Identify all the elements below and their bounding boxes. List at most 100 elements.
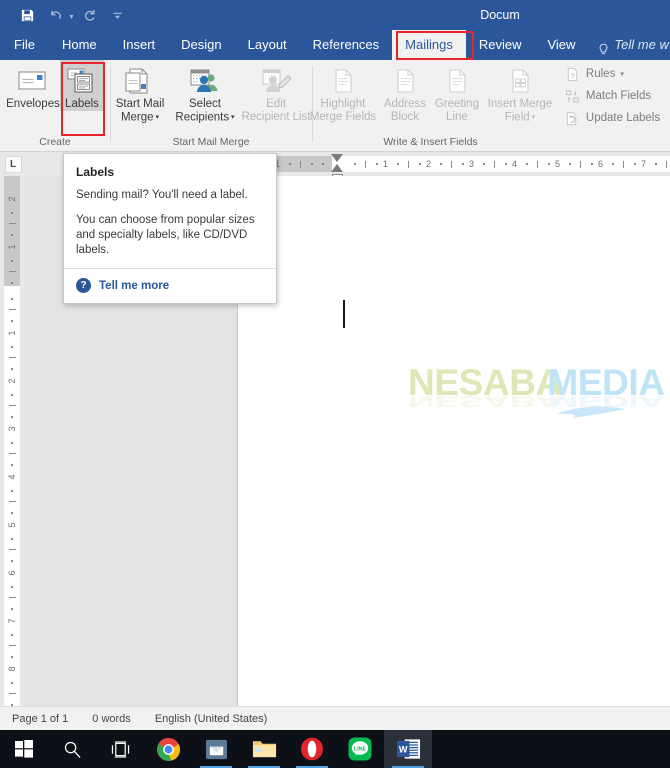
task-view-button[interactable]: [96, 730, 144, 768]
tooltip-paragraph-1: Sending mail? You'll need a label.: [76, 189, 248, 201]
window-title: Docum: [480, 8, 520, 22]
taskbar-app-line[interactable]: LINE: [336, 730, 384, 768]
ruler-mark: [462, 163, 464, 165]
taskbar-app-opera[interactable]: [288, 730, 336, 768]
tab-view[interactable]: View: [534, 30, 588, 60]
insert-merge-field-label-line1: Insert Merge: [487, 98, 553, 110]
greeting-line-button[interactable]: Greeting Line: [431, 60, 483, 124]
word-count[interactable]: 0 words: [80, 713, 143, 725]
chevron-down-icon[interactable]: ▾: [229, 114, 235, 121]
select-recipients-label-line1: Select: [189, 98, 221, 110]
tab-selector[interactable]: L: [0, 152, 26, 176]
ruler-mark: [11, 682, 13, 684]
ribbon-group-create-label: Create: [39, 136, 71, 148]
chrome-icon: [156, 737, 180, 761]
tab-selector-icon: L: [4, 155, 22, 173]
update-labels-icon: [565, 110, 581, 126]
ruler-mark: [440, 163, 442, 165]
select-recipients-icon: [187, 64, 223, 98]
page-indicator[interactable]: Page 1 of 1: [0, 713, 80, 725]
ruler-mark: [11, 346, 13, 348]
first-line-indent-marker[interactable]: [331, 154, 343, 162]
tooltip-paragraph-2: You can choose from popular sizes and sp…: [76, 214, 255, 256]
envelopes-button[interactable]: Envelopes: [6, 60, 60, 111]
taskbar-app-chrome[interactable]: [144, 730, 192, 768]
rules-label: Rules: [585, 68, 616, 80]
match-fields-button[interactable]: Match Fields: [561, 85, 664, 107]
tab-file[interactable]: File: [0, 30, 49, 60]
ruler-mark: [322, 163, 324, 165]
ruler-mark: [11, 394, 13, 396]
tab-layout[interactable]: Layout: [235, 30, 300, 60]
ribbon-group-write-and-insert-fields: Highlight Merge Fields Address Block Gre…: [310, 60, 660, 152]
taskbar-app-word[interactable]: W: [384, 730, 432, 768]
rules-button[interactable]: ? Rules ▾: [561, 63, 664, 85]
watermark-text-2: Media: [547, 361, 664, 403]
ruler-label: 3: [7, 426, 17, 432]
chevron-down-icon[interactable]: ▾: [530, 114, 536, 121]
highlight-fields-icon: [328, 64, 358, 98]
help-circle-icon: ?: [76, 278, 91, 293]
vertical-ruler-track[interactable]: 2 1 1 2 3 4 5 6 7 8: [4, 176, 20, 706]
ruler-mark: [9, 501, 16, 502]
taskbar-app-file-explorer[interactable]: [240, 730, 288, 768]
ruler-mark: [11, 538, 13, 540]
chevron-down-icon[interactable]: ▾: [620, 70, 624, 78]
windows-taskbar: LINE W: [0, 730, 670, 768]
insert-merge-field-label-line2: Field ▾: [504, 111, 536, 124]
start-mail-merge-button[interactable]: Start Mail Merge ▾: [109, 60, 171, 125]
ruler-mark: [666, 161, 667, 168]
labels-button[interactable]: Labels: [60, 60, 104, 111]
address-block-label-line1: Address: [383, 98, 427, 110]
language-indicator[interactable]: English (United States): [143, 713, 280, 725]
ruler-mark: [634, 163, 636, 165]
title-bar: ▼ Docum: [0, 0, 670, 30]
tab-home[interactable]: Home: [49, 30, 110, 60]
tab-references[interactable]: References: [300, 30, 392, 60]
ruler-label: 2: [7, 378, 17, 384]
ruler-mark: [11, 608, 13, 610]
ruler-mark: [11, 560, 13, 562]
ruler-mark: [11, 416, 13, 418]
ruler-mark: [451, 161, 452, 168]
update-labels-button[interactable]: Update Labels: [561, 107, 664, 129]
ruler-mark: [655, 163, 657, 165]
address-block-button[interactable]: Address Block: [379, 60, 431, 124]
vertical-ruler[interactable]: 2 1 1 2 3 4 5 6 7 8: [0, 176, 24, 706]
taskbar-app-mail[interactable]: [192, 730, 240, 768]
update-labels-label: Update Labels: [585, 112, 661, 124]
edit-recipient-list-button[interactable]: Edit Recipient List: [239, 60, 313, 124]
svg-text:LINE: LINE: [354, 746, 367, 752]
ruler-mark: [365, 161, 366, 168]
tell-me-more-link[interactable]: ? Tell me more: [76, 269, 264, 303]
hanging-indent-marker[interactable]: [331, 164, 343, 172]
ruler-mark: [9, 549, 16, 550]
highlight-merge-fields-label-line1: Highlight: [320, 98, 366, 110]
ruler-mark: [9, 271, 16, 272]
folder-icon: [252, 741, 276, 758]
ruler-mark: [419, 163, 421, 165]
ruler-label: 3: [469, 159, 475, 169]
ruler-label: 8: [7, 666, 17, 672]
tab-design[interactable]: Design: [168, 30, 234, 60]
ruler-mark: [623, 161, 624, 168]
select-recipients-button[interactable]: Select Recipients ▾: [171, 60, 239, 125]
document-page[interactable]: Nesaba Media Nesaba Media: [237, 176, 670, 706]
ruler-mark: [289, 163, 291, 165]
watermark-reflection-1: Nesaba: [408, 392, 562, 410]
tell-me-box[interactable]: Tell me w: [588, 30, 670, 60]
tab-mailings[interactable]: Mailings: [392, 30, 466, 60]
horizontal-ruler-track[interactable]: 1 1 2 3 4 5 6 7: [237, 156, 670, 172]
svg-text:?: ?: [571, 71, 575, 80]
ribbon: Envelopes Labels Create Start Mail Merge…: [0, 60, 670, 152]
chevron-down-icon[interactable]: ▾: [154, 114, 160, 121]
ruler-mark: [11, 464, 13, 466]
tab-review[interactable]: Review: [466, 30, 535, 60]
start-button[interactable]: [0, 730, 48, 768]
word-application-window: ▼ Docum File Home Insert Design Layout R…: [0, 0, 670, 768]
ruler-mark: [548, 163, 550, 165]
insert-merge-field-button[interactable]: Insert Merge Field ▾: [483, 60, 557, 125]
search-button[interactable]: [48, 730, 96, 768]
tab-insert[interactable]: Insert: [110, 30, 169, 60]
highlight-merge-fields-button[interactable]: Highlight Merge Fields: [307, 60, 379, 124]
